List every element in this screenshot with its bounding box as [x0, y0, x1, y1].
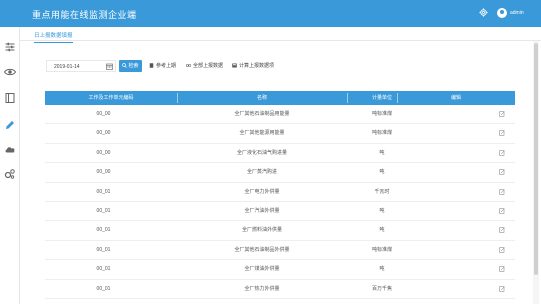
table-row[interactable]: 00_00 全厂其他石油制品用能量 吨标准煤: [45, 105, 515, 125]
settings-gear-icon[interactable]: [479, 8, 488, 17]
edit-icon[interactable]: [499, 188, 505, 195]
tab-bar: 日上报数据填报: [20, 27, 541, 43]
cell-code: 00_01: [96, 227, 111, 234]
cell-code: 00_01: [96, 266, 111, 273]
eye-icon[interactable]: [4, 66, 16, 78]
cell-unit: 吨: [379, 227, 385, 234]
cell-unit: 吨: [379, 149, 385, 156]
cell-name: 全厂汽油外供量: [244, 207, 280, 214]
query-label: 检索: [128, 63, 139, 69]
calculator-icon: [232, 63, 237, 68]
edit-icon[interactable]: [499, 285, 505, 292]
cell-unit: 吨: [379, 169, 385, 176]
cell-code: 00_00: [96, 130, 111, 137]
edit-icon[interactable]: [499, 130, 505, 136]
cell-name: 全厂蒸汽购进: [246, 169, 277, 176]
gears-icon[interactable]: [4, 168, 16, 180]
cell-unit: 吨: [379, 266, 385, 273]
cell-name: 全厂煤油外供量: [244, 266, 280, 273]
date-value: 2019-01-14: [54, 64, 80, 70]
column-header-edit[interactable]: 编辑: [397, 91, 515, 105]
cell-name: 全厂热力外供量: [244, 285, 280, 292]
cell-code: 00_01: [96, 285, 111, 292]
table-row[interactable]: 00_00 全厂液化石油气购进量 吨: [45, 144, 515, 164]
cell-code: 00_01: [96, 188, 111, 195]
table-row[interactable]: 00_01 全厂燃料油外供量 吨: [45, 221, 515, 241]
cell-code: 00_01: [96, 246, 111, 253]
edit-icon[interactable]: [499, 111, 505, 117]
pen-icon[interactable]: [4, 119, 16, 131]
sliders-icon[interactable]: [4, 41, 16, 53]
cell-name: 全厂其他石油制品外供量: [234, 246, 290, 253]
edit-icon[interactable]: [499, 247, 505, 253]
scrollbar-thumb[interactable]: [534, 43, 538, 275]
table-row[interactable]: 00_01 全厂其他石油制品外供量 吨标准煤: [45, 241, 515, 261]
edit-icon[interactable]: [499, 169, 505, 175]
cell-unit: 吨标准煤: [371, 246, 392, 253]
column-header-name[interactable]: 名称: [177, 91, 347, 105]
table-row[interactable]: 00_00 全厂蒸汽购进 吨: [45, 163, 515, 183]
table-row[interactable]: 00_01 全厂煤油外供量 吨: [45, 260, 515, 280]
table-row[interactable]: 00_00 全厂其他能源用能量 吨标准煤: [45, 124, 515, 144]
date-input[interactable]: 2019-01-14: [46, 60, 116, 72]
table-header: 工作及工作单元编码 名称 计量单位 编辑: [45, 91, 515, 105]
table-row[interactable]: 00_01 全厂电力外供量 千瓦时: [45, 183, 515, 202]
query-button[interactable]: 检索: [119, 60, 142, 72]
edit-icon[interactable]: [499, 208, 505, 214]
cell-unit: 吨标准煤: [371, 130, 392, 137]
cell-unit: 吨标准煤: [371, 111, 392, 117]
reference-label: 参考上期: [156, 63, 177, 69]
document-icon: [149, 63, 154, 68]
upload-all-button[interactable]: 全部上报数据: [186, 60, 223, 72]
cell-name: 全厂燃料油外供量: [241, 227, 282, 234]
table-row[interactable]: 00_01 全厂汽油外供量 吨: [45, 202, 515, 222]
user-name[interactable]: admin: [510, 10, 524, 16]
cell-code: 00_00: [96, 149, 111, 156]
edit-icon[interactable]: [499, 266, 505, 272]
upload-all-label: 全部上报数据: [193, 63, 224, 69]
cell-name: 全厂其他能源用能量: [239, 130, 285, 137]
book-icon[interactable]: [4, 92, 16, 104]
reference-last-period-button[interactable]: 参考上期: [149, 60, 176, 72]
sidebar: [0, 27, 20, 304]
cell-name: 全厂电力外供量: [244, 188, 280, 195]
top-header-bar: 重点用能在线监测企业端 admin: [0, 0, 541, 27]
cell-unit: 千瓦时: [374, 188, 390, 195]
cell-unit: 百万千焦: [371, 285, 392, 292]
calculate-report-button[interactable]: 计算上报数据项: [232, 60, 274, 72]
cell-name: 全厂其他石油制品用能量: [234, 111, 290, 117]
cell-code: 00_01: [96, 207, 111, 214]
cloud-icon[interactable]: [4, 143, 16, 155]
app-title: 重点用能在线监测企业端: [32, 10, 137, 20]
link-icon: [186, 64, 191, 67]
tab-daily-report[interactable]: 日上报数据填报: [34, 31, 73, 43]
calendar-icon[interactable]: [106, 63, 113, 70]
edit-icon[interactable]: [499, 150, 505, 156]
cell-code: 00_00: [96, 111, 111, 117]
table-body: 00_00 全厂其他石油制品用能量 吨标准煤 00_00 全厂其他能源用能量 吨标准煤 00…: [45, 105, 515, 299]
cell-unit: 吨: [379, 207, 385, 214]
calc-label: 计算上报数据项: [239, 63, 275, 69]
column-header-code[interactable]: 工作及工作单元编码: [45, 91, 177, 105]
search-icon: [122, 63, 128, 68]
cell-name: 全厂液化石油气购进量: [236, 149, 287, 156]
data-table: 工作及工作单元编码 名称 计量单位 编辑 00_00 全厂其他石油制品用能量 吨标准…: [45, 91, 515, 299]
edit-icon[interactable]: [499, 227, 505, 233]
cell-code: 00_00: [96, 169, 111, 176]
user-avatar[interactable]: [497, 8, 507, 18]
table-row[interactable]: 00_01 全厂热力外供量 百万千焦: [45, 280, 515, 299]
